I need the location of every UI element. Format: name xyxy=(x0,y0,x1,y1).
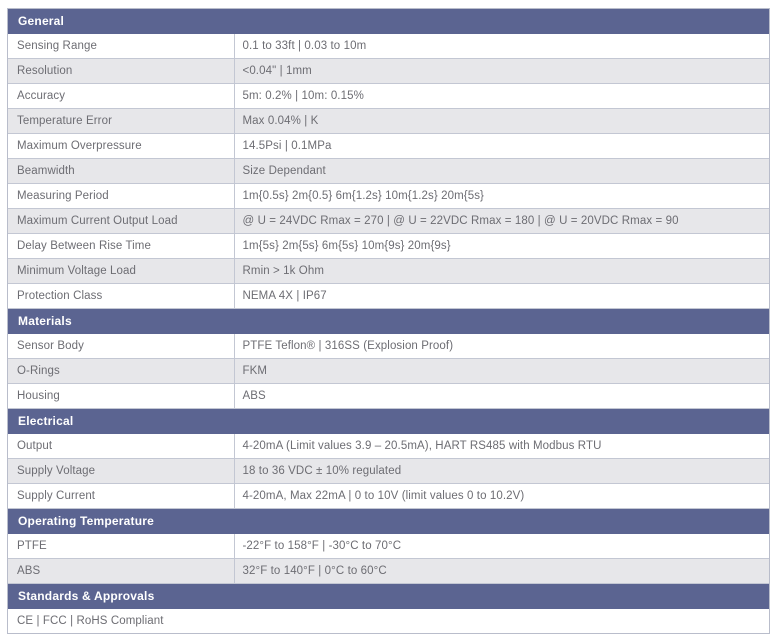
spec-value: 0.1 to 33ft | 0.03 to 10m xyxy=(234,33,769,59)
table-row: Maximum Overpressure 14.5Psi | 0.1MPa xyxy=(8,133,769,159)
section-title: General xyxy=(8,9,769,34)
spec-label: Output xyxy=(8,433,235,459)
spec-value: 18 to 36 VDC ± 10% regulated xyxy=(234,458,769,484)
table-row: Protection Class NEMA 4X | IP67 xyxy=(8,283,769,309)
spec-value: PTFE Teflon® | 316SS (Explosion Proof) xyxy=(234,333,769,359)
spec-label: Sensor Body xyxy=(8,333,235,359)
specification-table: General Sensing Range 0.1 to 33ft | 0.03 t… xyxy=(8,9,769,633)
spec-value: ABS xyxy=(234,383,769,409)
table-row: Housing ABS xyxy=(8,383,769,409)
spec-label: Beamwidth xyxy=(8,158,235,184)
spec-value: 1m{5s} 2m{5s} 6m{5s} 10m{9s} 20m{9s} xyxy=(234,233,769,259)
table-row: Output 4-20mA (Limit values 3.9 – 20.5mA)… xyxy=(8,433,769,459)
table-row: O-Rings FKM xyxy=(8,358,769,384)
section-title: Standards & Approvals xyxy=(8,583,769,609)
table-row: CE | FCC | RoHS Compliant xyxy=(8,608,769,633)
table-row: Supply Current 4-20mA, Max 22mA | 0 to 10… xyxy=(8,483,769,509)
section-header-row: Operating Temperature xyxy=(8,508,769,534)
spec-label: PTFE xyxy=(8,533,235,559)
table-row: Supply Voltage 18 to 36 VDC ± 10% regulat… xyxy=(8,458,769,484)
spec-label: Measuring Period xyxy=(8,183,235,209)
spec-label: Supply Voltage xyxy=(8,458,235,484)
spec-full-value: CE | FCC | RoHS Compliant xyxy=(8,608,769,633)
spec-label: Delay Between Rise Time xyxy=(8,233,235,259)
spec-table-body: General Sensing Range 0.1 to 33ft | 0.03 t… xyxy=(8,9,769,633)
table-row: PTFE -22°F to 158°F | -30°C to 70°C xyxy=(8,533,769,559)
spec-value: <0.04" | 1mm xyxy=(234,58,769,84)
section-title: Materials xyxy=(8,308,769,334)
spec-value: 4-20mA (Limit values 3.9 – 20.5mA), HART… xyxy=(234,433,769,459)
spec-value: 4-20mA, Max 22mA | 0 to 10V (limit value… xyxy=(234,483,769,509)
spec-label: Sensing Range xyxy=(8,33,235,59)
spec-label: Protection Class xyxy=(8,283,235,309)
spec-label: Housing xyxy=(8,383,235,409)
table-row: Maximum Current Output Load @ U = 24VDC R… xyxy=(8,208,769,234)
spec-label: ABS xyxy=(8,558,235,584)
table-row: Sensing Range 0.1 to 33ft | 0.03 to 10m xyxy=(8,33,769,59)
spec-label: Maximum Current Output Load xyxy=(8,208,235,234)
table-row: ABS 32°F to 140°F | 0°C to 60°C xyxy=(8,558,769,584)
section-header-row: Materials xyxy=(8,308,769,334)
spec-value: @ U = 24VDC Rmax = 270 | @ U = 22VDC Rma… xyxy=(234,208,769,234)
section-header-row: General xyxy=(8,9,769,34)
table-row: Resolution <0.04" | 1mm xyxy=(8,58,769,84)
spec-label: Resolution xyxy=(8,58,235,84)
table-row: Measuring Period 1m{0.5s} 2m{0.5} 6m{1.2s… xyxy=(8,183,769,209)
spec-label: Maximum Overpressure xyxy=(8,133,235,159)
spec-label: Temperature Error xyxy=(8,108,235,134)
spec-value: Rmin > 1k Ohm xyxy=(234,258,769,284)
section-header-row: Standards & Approvals xyxy=(8,583,769,609)
spec-label: Minimum Voltage Load xyxy=(8,258,235,284)
section-title: Operating Temperature xyxy=(8,508,769,534)
spec-label: Accuracy xyxy=(8,83,235,109)
table-row: Accuracy 5m: 0.2% | 10m: 0.15% xyxy=(8,83,769,109)
spec-value: Size Dependant xyxy=(234,158,769,184)
table-row: Minimum Voltage Load Rmin > 1k Ohm xyxy=(8,258,769,284)
spec-value: 32°F to 140°F | 0°C to 60°C xyxy=(234,558,769,584)
section-title: Electrical xyxy=(8,408,769,434)
table-row: Sensor Body PTFE Teflon® | 316SS (Explosi… xyxy=(8,333,769,359)
table-row: Delay Between Rise Time 1m{5s} 2m{5s} 6m{… xyxy=(8,233,769,259)
spec-value: FKM xyxy=(234,358,769,384)
spec-label: O-Rings xyxy=(8,358,235,384)
spec-value: Max 0.04% | K xyxy=(234,108,769,134)
spec-value: 5m: 0.2% | 10m: 0.15% xyxy=(234,83,769,109)
spec-value: 14.5Psi | 0.1MPa xyxy=(234,133,769,159)
spec-value: NEMA 4X | IP67 xyxy=(234,283,769,309)
section-header-row: Electrical xyxy=(8,408,769,434)
table-row: Temperature Error Max 0.04% | K xyxy=(8,108,769,134)
specification-sheet: General Sensing Range 0.1 to 33ft | 0.03 t… xyxy=(7,8,770,634)
spec-value: -22°F to 158°F | -30°C to 70°C xyxy=(234,533,769,559)
spec-value: 1m{0.5s} 2m{0.5} 6m{1.2s} 10m{1.2s} 20m{… xyxy=(234,183,769,209)
spec-label: Supply Current xyxy=(8,483,235,509)
table-row: Beamwidth Size Dependant xyxy=(8,158,769,184)
